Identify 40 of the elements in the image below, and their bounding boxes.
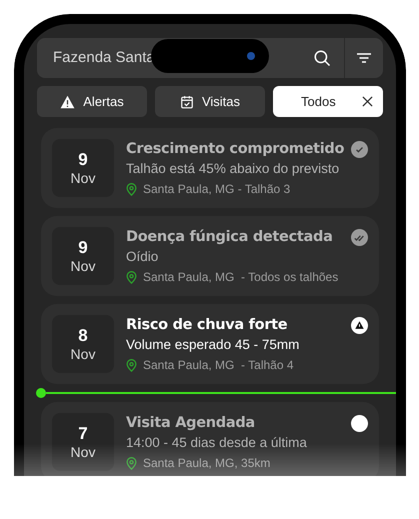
event-card[interactable]: 9 Nov Crescimento comprometido Talhão está 45% abaixo do previsto Santa Paula, MG - Talhão 3 (41, 128, 379, 208)
event-month: Nov (70, 170, 96, 188)
event-card[interactable]: 7 Nov Visita Agendada 14:00 - 45 dias desde a última Santa Paula, MG, 35km (41, 402, 379, 476)
event-title: Risco de chuva forte (126, 316, 288, 335)
double-check-icon (351, 229, 368, 246)
location-pin-icon (126, 358, 137, 372)
event-title: Doença fúngica detectada (126, 228, 333, 247)
event-subtitle: 14:00 - 45 dias desde a última (126, 434, 308, 452)
event-day: 9 (78, 236, 88, 258)
location-pin-icon (126, 456, 137, 470)
event-subtitle: Oídio (126, 248, 160, 266)
event-month: Nov (70, 258, 96, 276)
event-month: Nov (70, 444, 96, 462)
event-subtitle: Volume esperado 45 - 75mm (126, 336, 300, 354)
event-title: Crescimento comprometido (126, 140, 344, 159)
location-pin-icon (126, 182, 137, 196)
calendar-check-icon (180, 94, 194, 108)
event-location: Santa Paula, MG - Talhão 4 (143, 357, 294, 374)
search-icon (313, 49, 331, 67)
filter-tab[interactable]: Visitas (155, 86, 265, 117)
event-day: 9 (78, 148, 88, 170)
event-location: Santa Paula, MG - Todos os talhões (143, 269, 338, 286)
event-title: Visita Agendada (126, 414, 255, 433)
event-subtitle: Talhão está 45% abaixo do previsto (126, 160, 340, 178)
filter-tab[interactable]: Alertas (37, 86, 147, 117)
warning-icon (60, 94, 76, 108)
close-icon (362, 96, 373, 107)
camera-lens (247, 52, 255, 60)
event-location: Santa Paula, MG - Talhão 3 (143, 181, 290, 198)
event-day: 8 (78, 324, 88, 346)
warning-icon (351, 317, 368, 334)
location-pin-icon (126, 270, 137, 284)
filter-icon (356, 52, 372, 64)
event-location: Santa Paula, MG, 35km (143, 455, 270, 472)
event-card[interactable]: 8 Nov Risco de chuva forte Volume esperado 45 - 75mm Santa Paula, MG - Talhão 4 (41, 304, 379, 384)
filter-tab[interactable]: Todos (273, 86, 383, 117)
check-icon (351, 141, 368, 158)
event-card[interactable]: 9 Nov Doença fúngica detectada Oídio Santa Paula, MG - Todos os talhões (41, 216, 379, 296)
event-day: 7 (78, 422, 88, 444)
event-month: Nov (70, 346, 96, 364)
